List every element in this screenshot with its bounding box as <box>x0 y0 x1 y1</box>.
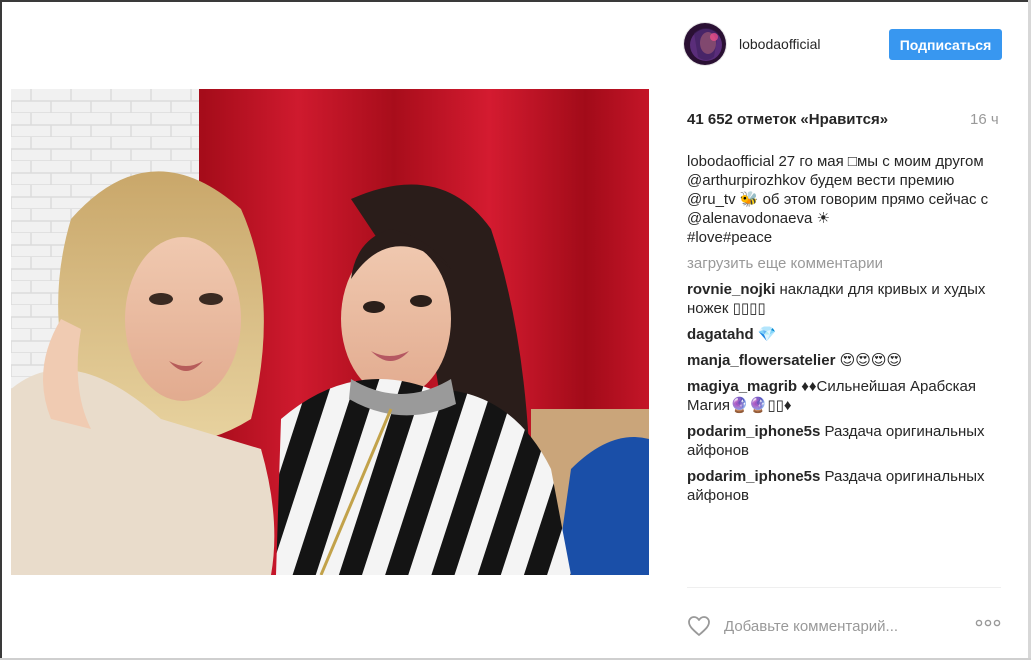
mention-link[interactable]: @ru_tv <box>687 191 736 208</box>
window-frame-top <box>0 0 1031 2</box>
caption-username[interactable]: lobodaofficial <box>687 153 774 170</box>
add-comment-bar <box>687 612 1001 640</box>
load-more-comments-link[interactable]: загрузить еще комментарии <box>687 254 1007 273</box>
post-caption: lobodaofficial 27 го мая □мы с моим друг… <box>687 152 1007 247</box>
post-photo[interactable] <box>11 89 649 575</box>
likes-count[interactable]: 41 652 отметок «Нравится» <box>687 111 888 128</box>
avatar[interactable] <box>683 22 727 66</box>
comment-divider <box>687 587 1001 588</box>
comment-item: podarim_iphone5s Раздача оригинальных ай… <box>687 467 1007 505</box>
comment-username[interactable]: podarim_iphone5s <box>687 423 820 440</box>
caption-text: ☀ <box>812 210 830 227</box>
caption-text: 🐝 об этом говорим прямо сейчас с <box>735 191 989 208</box>
window-frame-left <box>0 0 2 660</box>
comment-username[interactable]: manja_flowersatelier <box>687 352 835 369</box>
avatar-image <box>684 23 726 65</box>
caption-text: будем вести премию <box>805 172 955 189</box>
follow-button[interactable]: Подписаться <box>889 29 1002 60</box>
comment-item: manja_flowersatelier 😍😍😍😍 <box>687 351 1007 370</box>
comment-input[interactable] <box>724 615 964 637</box>
post-timestamp[interactable]: 16 ч <box>970 111 999 128</box>
comment-text: 💎 <box>753 326 777 343</box>
comments-list: lobodaofficial 27 го мая □мы с моим друг… <box>687 152 1007 512</box>
comment-text: 😍😍😍😍 <box>835 352 903 369</box>
comment-username[interactable]: magiya_magrib <box>687 378 797 395</box>
post-header: lobodaofficial Подписаться <box>683 20 1003 68</box>
hashtag-link[interactable]: #love#peace <box>687 229 772 246</box>
caption-text: 27 го мая □мы с моим другом <box>774 153 984 170</box>
mention-link[interactable]: @arthurpirozhkov <box>687 172 806 189</box>
heart-icon[interactable] <box>687 614 711 638</box>
mention-link[interactable]: @alenavodonaeva <box>687 210 812 227</box>
comment-username[interactable]: rovnie_nojki <box>687 281 775 298</box>
comment-item: dagatahd 💎 <box>687 325 1007 344</box>
comment-username[interactable]: dagatahd <box>687 326 754 343</box>
ellipsis-icon[interactable] <box>975 615 1001 631</box>
comment-item: podarim_iphone5s Раздача оригинальных ай… <box>687 422 1007 460</box>
post-author-username[interactable]: lobodaofficial <box>739 36 820 52</box>
post-photo-illustration <box>11 89 649 575</box>
comment-item: magiya_magrib ♦♦Сильнейшая Арабская Маги… <box>687 377 1007 415</box>
comment-username[interactable]: podarim_iphone5s <box>687 468 820 485</box>
comment-item: rovnie_nojki накладки для кривых и худых… <box>687 280 1007 318</box>
